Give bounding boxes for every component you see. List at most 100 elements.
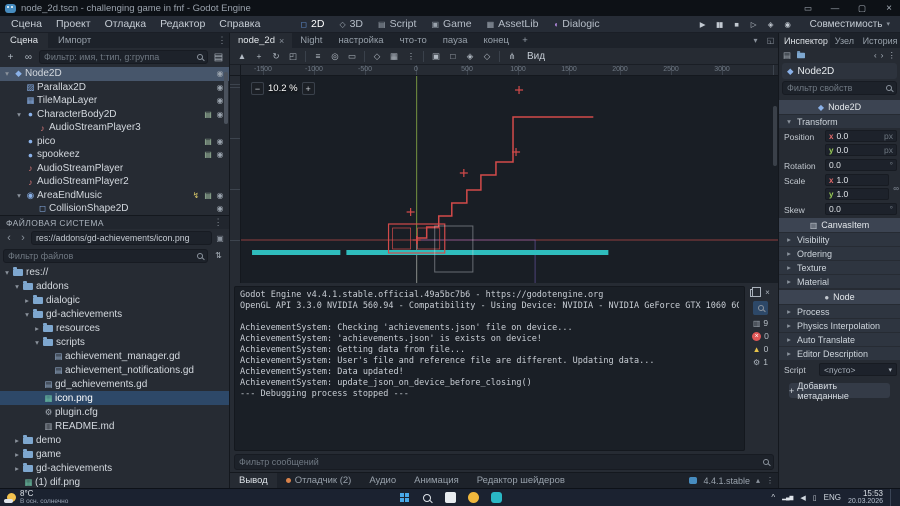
tab-output[interactable]: Вывод xyxy=(230,473,277,488)
unlock-icon[interactable]: □ xyxy=(445,51,461,61)
pivot-tool-icon[interactable]: ◎ xyxy=(327,51,343,62)
file-item[interactable]: ▤ achievement_notifications.gd xyxy=(0,363,229,377)
eye-icon[interactable]: ◉ xyxy=(214,150,226,159)
new-scene-tab-button[interactable]: + xyxy=(517,33,533,48)
file-filter-input[interactable] xyxy=(8,250,194,261)
section-auto-translate[interactable]: ▸ Auto Translate xyxy=(779,333,900,346)
file-item[interactable]: ▾ res:// xyxy=(0,265,229,279)
expand-icon[interactable]: ▸ xyxy=(12,450,22,459)
app-icon-3[interactable] xyxy=(489,491,503,505)
group-icon[interactable]: ◈ xyxy=(462,51,478,62)
scale-link-icon[interactable]: ∞ xyxy=(893,184,899,193)
menu-scene[interactable]: Сцена xyxy=(4,18,49,30)
filesystem-options-icon[interactable]: ⋮ xyxy=(214,217,223,228)
snap-options-icon[interactable]: ⋮ xyxy=(403,51,419,62)
tab-history[interactable]: История xyxy=(858,33,900,48)
renderer-select[interactable]: Совместимость ▾ xyxy=(804,18,896,31)
scene-tab[interactable]: пауза xyxy=(435,33,476,48)
scene-tree-item[interactable]: ▾ ◉ AreaEndMusic ↯ ▤ ◉ xyxy=(0,189,229,203)
section-ordering[interactable]: ▸ Ordering xyxy=(779,247,900,260)
scene-tree-item[interactable]: ◻ CollisionShape2D ◉ xyxy=(0,202,229,215)
grid-snap-icon[interactable]: ▦ xyxy=(386,51,402,62)
section-visibility[interactable]: ▸ Visibility xyxy=(779,233,900,246)
history-forward-icon[interactable]: › xyxy=(881,50,884,60)
file-item[interactable]: ▤ achievement_manager.gd xyxy=(0,349,229,363)
script-badge-icon[interactable]: ▤ xyxy=(202,150,214,159)
collapse-panel-icon[interactable]: ▴ xyxy=(756,476,760,485)
position-y-field[interactable]: y 0.0 px xyxy=(825,144,897,156)
new-resource-icon[interactable]: ▤ xyxy=(783,50,791,61)
scene-filter-input[interactable] xyxy=(44,52,194,62)
start-button[interactable] xyxy=(397,491,411,505)
back-icon[interactable]: ‹ xyxy=(3,232,15,244)
lock-icon[interactable]: ▣ xyxy=(428,51,444,62)
log-warnings-toggle[interactable]: ▲ 0 xyxy=(747,344,774,354)
history-back-icon[interactable]: ‹ xyxy=(874,50,877,60)
workspace-assetlib[interactable]: ▦ AssetLib xyxy=(487,18,539,30)
add-node-button[interactable]: + xyxy=(3,52,18,63)
signal-badge-icon[interactable]: ↯ xyxy=(190,191,202,200)
select-tool-icon[interactable]: ▲ xyxy=(238,51,246,61)
section-texture[interactable]: ▸ Texture xyxy=(779,261,900,274)
skeleton-options-icon[interactable]: ⋔ xyxy=(504,51,520,62)
file-item[interactable]: ▤ gd_achievements.gd xyxy=(0,377,229,391)
file-item[interactable]: ▾ gd-achievements xyxy=(0,307,229,321)
file-item[interactable]: ▦ (1) dif.png xyxy=(0,475,229,488)
ruler-horizontal[interactable]: -1500 -1000 -500 0 500 1000 1500 2000 25… xyxy=(241,65,778,76)
script-value-dropdown[interactable]: <пусто> ▾ xyxy=(819,363,897,376)
pause-button[interactable]: ▮▮ xyxy=(711,20,728,29)
tab-debugger[interactable]: Отладчик (2) xyxy=(277,473,361,488)
menu-help[interactable]: Справка xyxy=(212,18,267,30)
collapse-icon[interactable]: ▾ xyxy=(12,282,22,291)
filesystem-tree[interactable]: ▾ res:// ▾ addons ▸ dialogic ▾ gd-achiev… xyxy=(0,264,229,488)
skew-field[interactable]: 0.0 ° xyxy=(825,203,897,215)
log-messages-toggle[interactable]: ▥ 9 xyxy=(747,318,774,328)
list-select-icon[interactable]: ≡ xyxy=(310,51,326,61)
file-item[interactable]: ▸ gd-achievements xyxy=(0,461,229,475)
scale-y-field[interactable]: y 1.0 xyxy=(825,188,889,200)
scene-tab-node2d[interactable]: node_2d × xyxy=(230,33,293,48)
volume-icon[interactable]: ◀ xyxy=(800,494,805,502)
weather-widget[interactable]: 8°C В осн. солнечно xyxy=(0,489,75,506)
attach-script-button[interactable]: ▤ xyxy=(211,52,226,63)
search-log-toggle[interactable] xyxy=(753,301,768,315)
search-button[interactable] xyxy=(420,491,434,505)
script-badge-icon[interactable]: ▤ xyxy=(202,191,214,200)
collapse-icon[interactable]: ▾ xyxy=(14,110,24,119)
scene-tree-item[interactable]: ▨ Parallax2D ◉ xyxy=(0,81,229,95)
scene-tab[interactable]: Night xyxy=(292,33,330,48)
viewport-scrollbar[interactable] xyxy=(773,106,777,166)
scene-tree-item[interactable]: ♪ AudioStreamPlayer2 xyxy=(0,175,229,189)
hidden-icons-chevron[interactable]: ^ xyxy=(771,493,775,502)
rotate-tool-icon[interactable]: ↻ xyxy=(268,51,284,62)
ruler-tool-icon[interactable]: ▭ xyxy=(344,51,360,62)
show-desktop-button[interactable] xyxy=(890,489,892,506)
file-item-selected[interactable]: ▦ icon.png xyxy=(0,391,229,405)
workspace-3d[interactable]: ◇ 3D xyxy=(339,18,363,30)
minimize-button[interactable]: — xyxy=(824,0,846,16)
edited-node-selector[interactable]: ◆ Node2D xyxy=(782,63,897,79)
app-icon-1[interactable] xyxy=(443,491,457,505)
scene-tab[interactable]: конец xyxy=(475,33,517,48)
file-item[interactable]: ▸ demo xyxy=(0,433,229,447)
play-custom-scene-button[interactable]: ◈ xyxy=(762,20,779,29)
menu-debug[interactable]: Отладка xyxy=(98,18,154,30)
collapse-icon[interactable]: ▾ xyxy=(14,191,24,200)
movie-mode-button[interactable]: ◉ xyxy=(779,20,796,29)
property-filter-input[interactable] xyxy=(787,83,883,93)
network-icon[interactable]: ▂▄▆ xyxy=(782,495,793,501)
menu-project[interactable]: Проект xyxy=(49,18,98,30)
file-item[interactable]: ⚙ plugin.cfg xyxy=(0,405,229,419)
file-item[interactable]: ▸ dialogic xyxy=(0,293,229,307)
zoom-out-button[interactable]: − xyxy=(251,82,264,95)
menu-editor[interactable]: Редактор xyxy=(153,18,212,30)
section-transform[interactable]: ▾ Transform xyxy=(779,115,900,128)
log-editor-toggle[interactable]: ⚙ 1 xyxy=(747,357,774,367)
file-item[interactable]: ▾ scripts xyxy=(0,335,229,349)
script-badge-icon[interactable]: ▤ xyxy=(202,137,214,146)
viewport-2d[interactable]: -1500 -1000 -500 0 500 1000 1500 2000 25… xyxy=(230,65,778,283)
tab-animation[interactable]: Анимация xyxy=(405,473,468,488)
tab-list-icon[interactable]: ▾ xyxy=(748,33,763,48)
collapse-icon[interactable]: ▾ xyxy=(2,69,12,78)
file-item[interactable]: ▸ resources xyxy=(0,321,229,335)
